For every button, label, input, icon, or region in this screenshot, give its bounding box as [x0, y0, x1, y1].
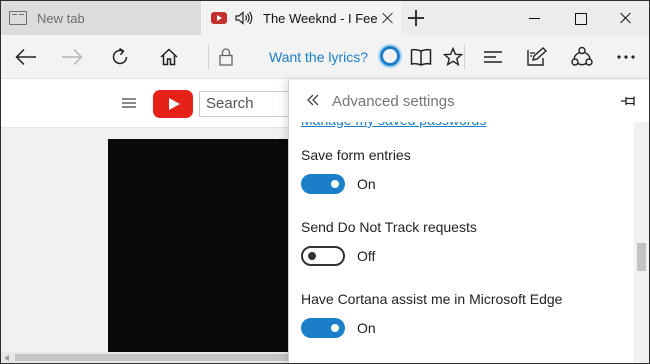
navigation-bar: Want the lyrics? [1, 35, 649, 79]
forward-icon[interactable] [56, 41, 88, 73]
refresh-icon[interactable] [104, 41, 136, 73]
minimize-button[interactable] [511, 1, 557, 35]
close-window-button[interactable] [603, 1, 649, 35]
divider [464, 45, 465, 69]
video-player[interactable] [108, 139, 298, 352]
cortana-icon[interactable] [380, 46, 400, 66]
new-tab-page-icon [9, 11, 27, 25]
browser-window: New tab The Weeknd - I Fee Want the lyri… [0, 0, 650, 364]
pin-icon[interactable] [620, 94, 638, 108]
toggle-state: On [357, 176, 376, 192]
cortana-assist-toggle[interactable] [301, 318, 345, 338]
tab-new-tab[interactable]: New tab [1, 1, 201, 35]
tab-label: New tab [37, 10, 85, 26]
double-chevron-back-icon[interactable] [305, 92, 321, 108]
youtube-favicon-icon [211, 12, 227, 24]
reading-view-icon[interactable] [405, 41, 437, 73]
hub-icon[interactable] [477, 41, 509, 73]
web-note-icon[interactable] [521, 41, 553, 73]
settings-scrollbar[interactable] [634, 80, 649, 363]
advanced-settings-panel: Advanced settings Manage my saved passwo… [288, 80, 649, 363]
lock-icon[interactable] [210, 41, 242, 73]
setting-label-cortana: Have Cortana assist me in Microsoft Edge [301, 291, 563, 307]
more-icon[interactable] [610, 41, 642, 73]
menu-icon[interactable] [122, 98, 136, 100]
save-form-entries-toggle[interactable] [301, 174, 345, 194]
settings-title: Advanced settings [332, 93, 455, 110]
cortana-lyrics-prompt[interactable]: Want the lyrics? [269, 49, 368, 65]
new-tab-plus-icon[interactable] [406, 8, 426, 28]
close-tab-icon[interactable] [382, 12, 394, 24]
maximize-button[interactable] [557, 1, 603, 35]
youtube-logo[interactable] [153, 90, 193, 118]
toggle-state: Off [357, 248, 376, 264]
divider [208, 45, 209, 69]
do-not-track-toggle[interactable] [301, 246, 345, 266]
back-icon[interactable] [10, 41, 42, 73]
tab-label: The Weeknd - I Fee [263, 10, 378, 26]
setting-label-save-form: Save form entries [301, 147, 411, 163]
share-icon[interactable] [566, 41, 598, 73]
home-icon[interactable] [153, 41, 185, 73]
toggle-state: On [357, 320, 376, 336]
setting-label-do-not-track: Send Do Not Track requests [301, 219, 477, 235]
tab-the-weeknd[interactable]: The Weeknd - I Fee [201, 1, 402, 35]
tab-strip: New tab The Weeknd - I Fee [1, 1, 649, 35]
settings-header: Advanced settings [289, 80, 649, 122]
speaker-icon[interactable] [235, 11, 253, 25]
settings-scrollbar-thumb[interactable] [637, 243, 646, 271]
